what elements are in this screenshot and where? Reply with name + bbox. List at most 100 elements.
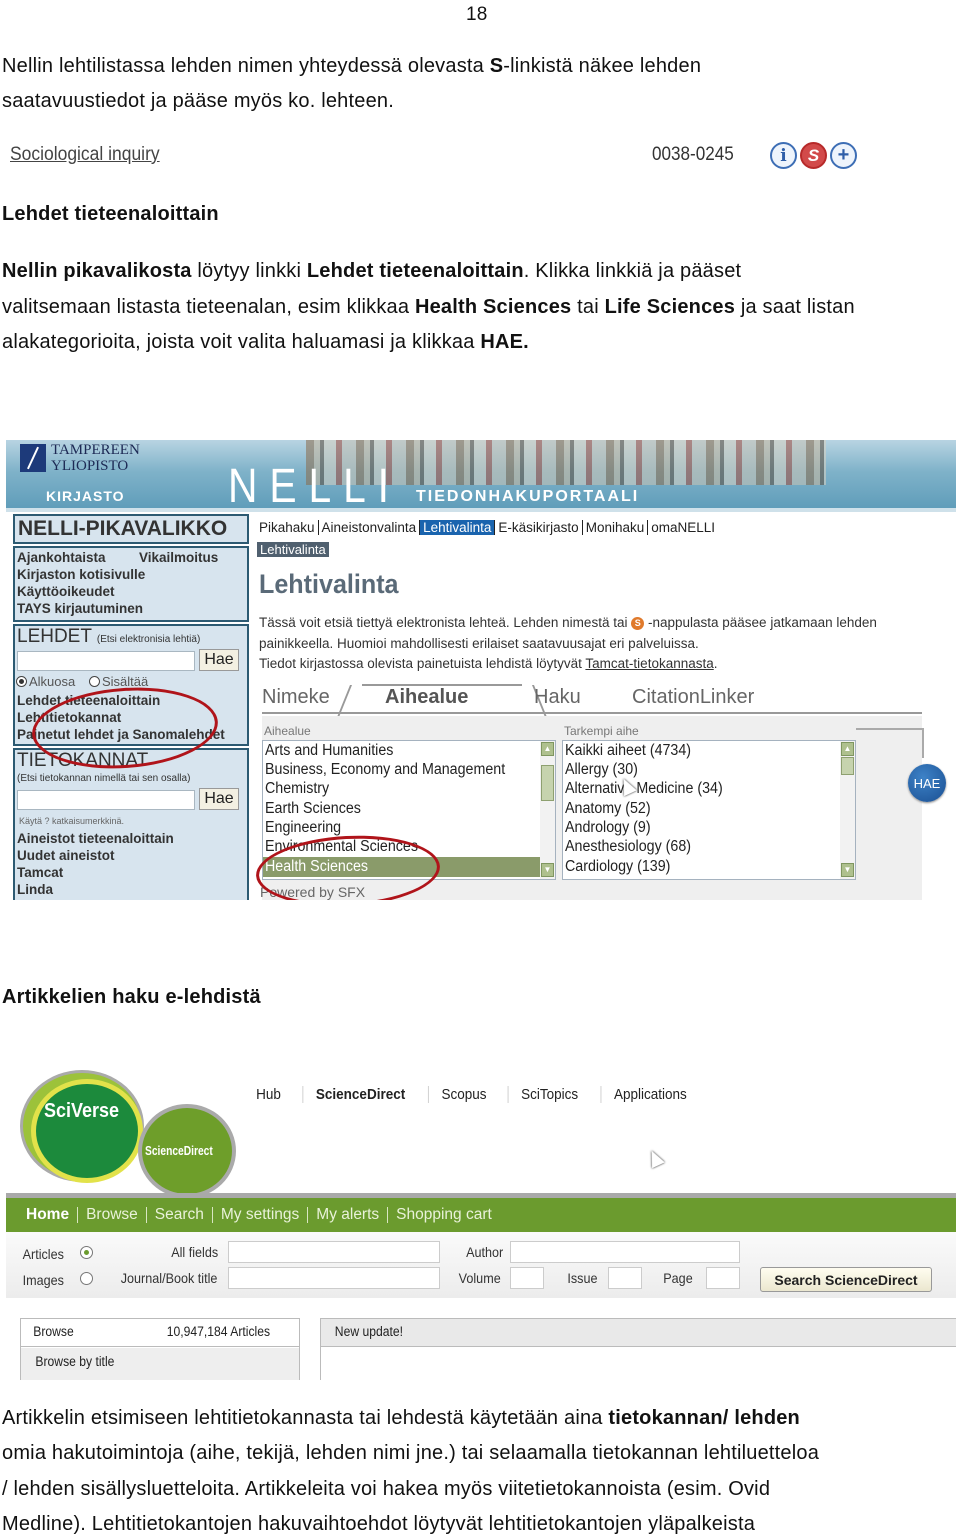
nelli-screenshot: TAMPEREEN YLIOPISTO KIRJASTO NELLI TIEDON… [6, 440, 956, 900]
volume-input[interactable] [510, 1267, 544, 1289]
journal-title-link[interactable]: Sociological inquiry [10, 144, 160, 166]
sfx-link-icon[interactable]: S [800, 142, 827, 169]
sidebar-tietokannat-box: TIETOKANNAT (Etsi tietokannan nimellä ta… [13, 748, 249, 900]
banner-kirjasto: KIRJASTO [46, 488, 125, 504]
breadcrumb[interactable]: Lehtivalinta [257, 542, 329, 557]
nav-monihaku[interactable]: Monihaku [583, 520, 649, 535]
tietokannat-search-button[interactable]: Hae [199, 788, 239, 810]
banner-nelli-logo: NELLI [228, 460, 401, 513]
subject-option[interactable]: Arts and Humanities [265, 741, 393, 761]
nav-search[interactable]: Search [147, 1207, 213, 1223]
subject-option-selected[interactable]: Health Sciences [263, 857, 555, 877]
section1-line-3: alakategorioita, joista voit valita halu… [2, 325, 529, 361]
link-aineistot-tieteenaloittain[interactable]: Aineistot tieteenaloittain [17, 831, 174, 846]
subject-option[interactable]: Chemistry [265, 779, 329, 799]
sidebar-link-vikailmoitus[interactable]: Vikailmoitus [139, 550, 218, 565]
text: Artikkelin etsimiseen lehtitietokannasta… [2, 1407, 609, 1429]
link-lehtitietokannat[interactable]: Lehtitietokannat [17, 710, 121, 725]
topnav-scitopics[interactable]: SciTopics [507, 1086, 590, 1103]
intro-line-1: Nellin lehtilistassa lehden nimen yhteyd… [2, 49, 701, 85]
type-images-radio[interactable] [80, 1272, 93, 1285]
nav-shopping-cart[interactable]: Shopping cart [388, 1207, 500, 1223]
hae-search-button[interactable]: HAE [908, 764, 946, 802]
subtopic-listbox[interactable]: Kaikki aiheet (4734) Allergy (30) Altern… [562, 740, 856, 880]
subtopic-option[interactable]: Andrology (9) [565, 818, 651, 838]
tab-citationlinker[interactable]: CitationLinker [632, 686, 754, 709]
all-fields-input[interactable] [228, 1241, 440, 1263]
tietokannat-search-input[interactable] [17, 790, 195, 810]
scroll-thumb[interactable] [541, 765, 554, 801]
subtopic-scrollbar[interactable]: ▲ ▼ [840, 741, 855, 879]
browse-by-title-row[interactable]: Browse by title [21, 1348, 299, 1380]
link-linda[interactable]: Linda [17, 882, 53, 897]
scroll-down-icon[interactable]: ▼ [841, 863, 854, 877]
lehdet-search-button[interactable]: Hae [199, 649, 239, 671]
link-painetut-lehdet[interactable]: Painetut lehdet ja Sanomalehdet [17, 727, 225, 742]
sidebar-link-kayttooikeudet[interactable]: Käyttöoikeudet [17, 584, 115, 599]
radio-label: Alkuosa [29, 674, 76, 689]
author-input[interactable] [510, 1241, 740, 1263]
subject-option[interactable]: Engineering [265, 818, 341, 838]
nav-e-kasikirjasto[interactable]: E-käsikirjasto [495, 520, 583, 535]
journal-title-input[interactable] [228, 1267, 440, 1289]
tab-nimeke[interactable]: Nimeke [262, 686, 330, 709]
nav-home[interactable]: Home [18, 1207, 79, 1223]
subject-option[interactable]: Environmental Sciences [265, 837, 418, 857]
nav-lehtivalinta[interactable]: Lehtivalinta [420, 520, 496, 535]
tab-aihealue[interactable]: Aihealue [385, 686, 468, 709]
sidebar-link-kotisivu[interactable]: Kirjaston kotisivulle [17, 567, 145, 582]
nav-my-alerts[interactable]: My alerts [308, 1207, 389, 1223]
all-fields-label: All fields [171, 1244, 219, 1260]
topnav-applications[interactable]: Applications [600, 1086, 700, 1103]
scroll-down-icon[interactable]: ▼ [541, 863, 554, 877]
scroll-thumb[interactable] [841, 757, 854, 775]
scroll-up-icon[interactable]: ▲ [541, 742, 554, 756]
subtopic-option[interactable]: Anesthesiology (68) [565, 837, 691, 857]
link-uudet-aineistot[interactable]: Uudet aineistot [17, 848, 115, 863]
bold-text: Lehdet tieteenaloittain [306, 260, 524, 282]
issue-input[interactable] [608, 1267, 642, 1289]
nelli-sidebar: NELLI-PIKAVALIKKO Ajankohtaista Vikailmo… [13, 514, 249, 900]
sd-update-box: New update! [320, 1318, 956, 1380]
nav-browse[interactable]: Browse [78, 1207, 147, 1223]
topnav-hub[interactable]: Hub [256, 1086, 293, 1103]
subtopic-option[interactable]: Cardiology (139) [565, 857, 670, 877]
search-sciencedirect-button[interactable]: Search ScienceDirect [760, 1267, 932, 1292]
scroll-up-icon[interactable]: ▲ [841, 742, 854, 756]
university-logo-icon [20, 444, 46, 472]
browse-by-title-link[interactable]: Browse by title [35, 1354, 114, 1369]
tab-haku[interactable]: Haku [534, 686, 581, 709]
add-icon[interactable]: + [830, 142, 857, 169]
subject-option[interactable]: Business, Economy and Management [265, 760, 505, 780]
sidebar-link-ajankohtaista[interactable]: Ajankohtaista [17, 550, 106, 565]
page-label: Page [663, 1270, 693, 1286]
topnav-sciencedirect[interactable]: ScienceDirect [301, 1086, 417, 1103]
section3-line-1: Artikkelin etsimiseen lehtitietokannasta… [2, 1401, 800, 1437]
nav-aineistonvalinta[interactable]: Aineistonvalinta [319, 520, 421, 535]
nav-omanelli[interactable]: omaNELLI [648, 520, 718, 535]
subject-option[interactable]: Earth Sciences [265, 799, 361, 819]
tamcat-link[interactable]: Tamcat-tietokannasta [585, 656, 713, 671]
link-tamcat[interactable]: Tamcat [17, 865, 63, 880]
subtopic-option[interactable]: Alternative Medicine (34) [565, 779, 723, 799]
sidebar-link-tays[interactable]: TAYS kirjautuminen [17, 601, 143, 616]
topnav-scopus[interactable]: Scopus [427, 1086, 499, 1103]
info-icon[interactable]: i [770, 142, 797, 169]
subject-listbox[interactable]: Arts and Humanities Business, Economy an… [262, 740, 556, 880]
nav-pikahaku[interactable]: Pikahaku [256, 520, 319, 535]
link-lehdet-tieteenaloittain[interactable]: Lehdet tieteenaloittain [17, 693, 160, 708]
subject-scrollbar[interactable]: ▲ ▼ [540, 741, 555, 879]
radio-alkuosa[interactable]: Alkuosa [16, 674, 75, 689]
nav-my-settings[interactable]: My settings [213, 1207, 309, 1223]
author-label: Author [466, 1244, 504, 1260]
radio-selected-icon [16, 676, 27, 687]
subtopic-option[interactable]: Kaikki aiheet (4734) [565, 741, 691, 761]
radio-sisaltaa[interactable]: Sisältää [89, 674, 148, 689]
subtopic-option[interactable]: Anatomy (52) [565, 799, 651, 819]
section3-line-2: omia hakutoimintoja (aihe, tekijä, lehde… [2, 1442, 820, 1464]
lehdet-search-input[interactable] [17, 651, 195, 671]
browse-label: Browse [33, 1324, 74, 1339]
page-input[interactable] [706, 1267, 740, 1289]
sidebar-title-box: NELLI-PIKAVALIKKO [13, 514, 249, 544]
type-articles-radio[interactable] [80, 1246, 93, 1259]
